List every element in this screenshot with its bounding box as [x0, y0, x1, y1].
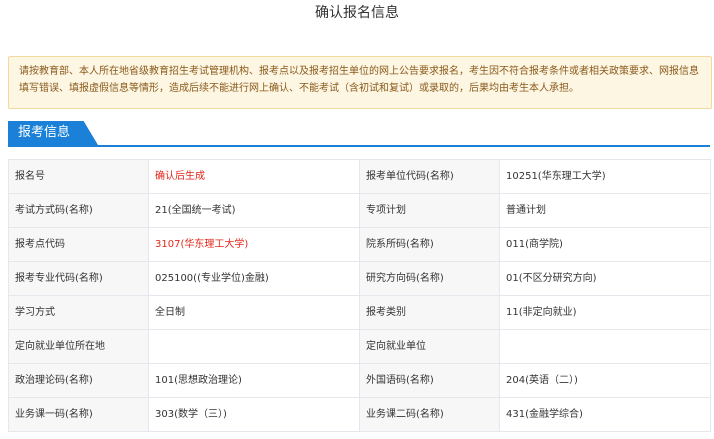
section-header: 报考信息 — [8, 121, 710, 147]
field-label: 考试方式码(名称) — [8, 193, 149, 228]
table-row: 报考专业代码(名称) 025100((专业学位)金融) 研究方向码(名称) 01… — [8, 261, 711, 296]
field-value: 普通计划 — [499, 193, 711, 228]
table-row: 考试方式码(名称) 21(全国统一考试) 专项计划 普通计划 — [8, 193, 711, 228]
field-label: 政治理论码(名称) — [8, 363, 149, 398]
info-table: 报名号 确认后生成 报考单位代码(名称) 10251(华东理工大学) 考试方式码… — [8, 159, 711, 432]
field-label: 业务课二码(名称) — [359, 397, 500, 432]
field-label: 院系所码(名称) — [359, 227, 500, 262]
field-label: 定向就业单位所在地 — [8, 329, 149, 364]
page-title: 确认报名信息 — [315, 5, 399, 21]
field-label: 学习方式 — [8, 295, 149, 330]
field-value: 全日制 — [148, 295, 360, 330]
field-value: 101(思想政治理论) — [148, 363, 360, 398]
field-label: 专项计划 — [359, 193, 500, 228]
field-label: 报考类别 — [359, 295, 500, 330]
field-label: 业务课一码(名称) — [8, 397, 149, 432]
field-value: 21(全国统一考试) — [148, 193, 360, 228]
field-label: 报名号 — [8, 159, 149, 194]
table-row: 报名号 确认后生成 报考单位代码(名称) 10251(华东理工大学) — [8, 159, 711, 194]
table-row: 定向就业单位所在地 定向就业单位 — [8, 329, 711, 364]
field-value: 025100((专业学位)金融) — [148, 261, 360, 296]
field-label: 报考点代码 — [8, 227, 149, 262]
table-row: 报考点代码 3107(华东理工大学) 院系所码(名称) 011(商学院) — [8, 227, 711, 262]
field-value: 431(金融学综合) — [499, 397, 711, 432]
field-value: 01(不区分研究方向) — [499, 261, 711, 296]
field-value: 3107(华东理工大学) — [148, 227, 360, 262]
field-value: 303(数学（三）) — [148, 397, 360, 432]
field-value: 10251(华东理工大学) — [499, 159, 711, 194]
table-row: 学习方式 全日制 报考类别 11(非定向就业) — [8, 295, 711, 330]
field-value: 11(非定向就业) — [499, 295, 711, 330]
table-row: 政治理论码(名称) 101(思想政治理论) 外国语码(名称) 204(英语（二）… — [8, 363, 711, 398]
field-label: 研究方向码(名称) — [359, 261, 500, 296]
notice-box: 请按教育部、本人所在地省级教育招生考试管理机构、报考点以及报考招生单位的网上公告… — [8, 56, 712, 109]
field-value: 011(商学院) — [499, 227, 711, 262]
field-label: 报考专业代码(名称) — [8, 261, 149, 296]
field-value: 204(英语（二）) — [499, 363, 711, 398]
field-value — [499, 329, 711, 364]
field-label: 定向就业单位 — [359, 329, 500, 364]
field-label: 报考单位代码(名称) — [359, 159, 500, 194]
field-value: 确认后生成 — [148, 159, 360, 194]
field-label: 外国语码(名称) — [359, 363, 500, 398]
field-value — [148, 329, 360, 364]
table-row: 业务课一码(名称) 303(数学（三）) 业务课二码(名称) 431(金融学综合… — [8, 397, 711, 432]
section-title: 报考信息 — [8, 121, 98, 145]
